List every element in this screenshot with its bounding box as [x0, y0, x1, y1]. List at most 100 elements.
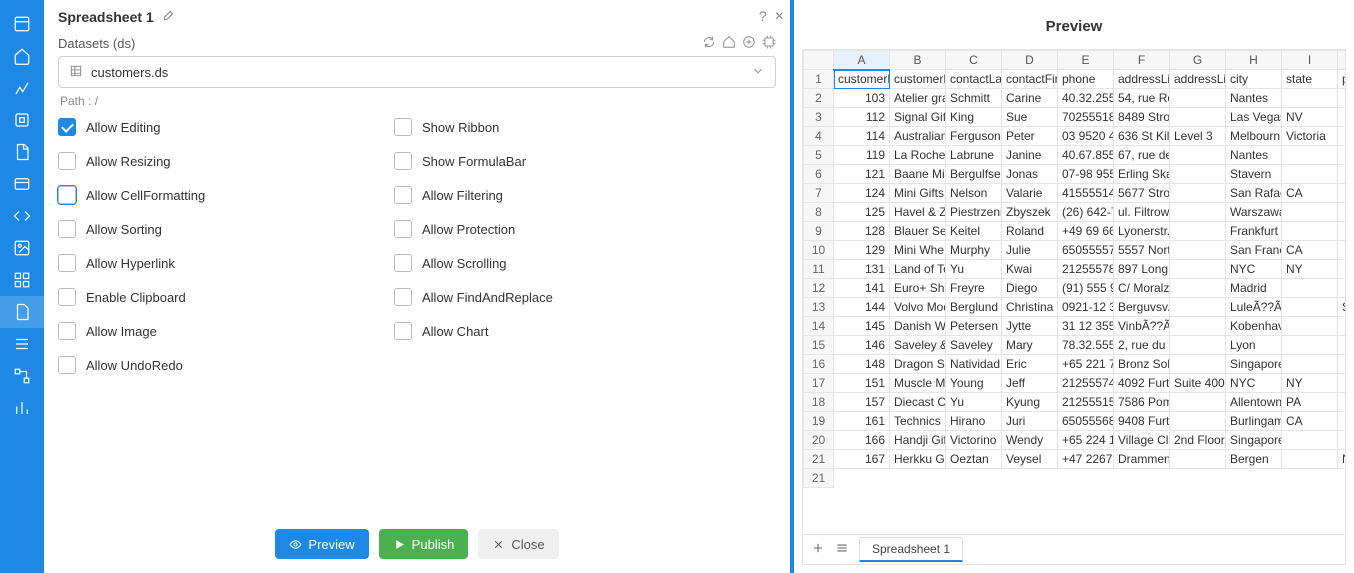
cell[interactable]: Suite 400 [1170, 374, 1226, 393]
cell[interactable]: San Franci [1226, 241, 1282, 260]
row-header[interactable]: 5 [804, 146, 834, 165]
cell[interactable] [1338, 146, 1346, 165]
cell[interactable]: Stavern [1226, 165, 1282, 184]
cell[interactable] [1338, 241, 1346, 260]
cell[interactable] [1338, 165, 1346, 184]
cell[interactable] [1338, 184, 1346, 203]
cell[interactable]: +49 69 66 [1058, 222, 1114, 241]
cell[interactable]: Peter [1002, 127, 1058, 146]
checkbox[interactable] [58, 220, 76, 238]
cell[interactable]: CA [1282, 241, 1338, 260]
option-allow-editing[interactable]: Allow Editing [58, 118, 358, 136]
cell[interactable]: Herkku Gi [890, 450, 946, 469]
cell[interactable] [1338, 127, 1346, 146]
cell[interactable] [1282, 89, 1338, 108]
cell[interactable]: Warszawa [1226, 203, 1282, 222]
cell[interactable]: 131 [834, 260, 890, 279]
cell[interactable]: Berglund [946, 298, 1002, 317]
cell[interactable] [1170, 393, 1226, 412]
cell[interactable] [1338, 374, 1346, 393]
checkbox[interactable] [394, 220, 412, 238]
cell[interactable] [1170, 412, 1226, 431]
close-button[interactable]: Close [478, 529, 558, 559]
cell[interactable]: NY [1282, 374, 1338, 393]
cell[interactable]: 146 [834, 336, 890, 355]
cell[interactable] [1282, 279, 1338, 298]
checkbox[interactable] [394, 322, 412, 340]
cell[interactable]: Eric [1002, 355, 1058, 374]
cell[interactable]: Singapore [1226, 355, 1282, 374]
row-header[interactable]: 1 [804, 70, 834, 89]
column-header[interactable]: A [834, 51, 890, 70]
checkbox[interactable] [58, 152, 76, 170]
option-allow-findandreplace[interactable]: Allow FindAndReplace [394, 288, 694, 306]
cell[interactable] [1338, 336, 1346, 355]
cell[interactable]: 151 [834, 374, 890, 393]
row-header[interactable]: 18 [804, 393, 834, 412]
cell[interactable] [1170, 184, 1226, 203]
cell[interactable]: addressLin [1170, 70, 1226, 89]
cell[interactable]: Lyonerstr. [1114, 222, 1170, 241]
preview-button[interactable]: Preview [275, 529, 368, 559]
cell[interactable]: Murphy [946, 241, 1002, 260]
settings-icon[interactable] [762, 35, 776, 52]
option-allow-sorting[interactable]: Allow Sorting [58, 220, 358, 238]
cell[interactable]: 167 [834, 450, 890, 469]
cell[interactable]: +47 2267 [1058, 450, 1114, 469]
cell[interactable]: ul. Filtrow [1114, 203, 1170, 222]
cell[interactable]: Diecast Cl [890, 393, 946, 412]
cell[interactable]: 103 [834, 89, 890, 108]
checkbox[interactable] [394, 186, 412, 204]
cell[interactable]: S-9 [1338, 298, 1346, 317]
sidebar-item-list[interactable] [0, 328, 44, 360]
sheet-menu-icon[interactable] [835, 541, 849, 558]
option-allow-hyperlink[interactable]: Allow Hyperlink [58, 254, 358, 272]
cell[interactable] [1338, 203, 1346, 222]
cell[interactable]: Dragon So [890, 355, 946, 374]
cell[interactable]: 31 12 355 [1058, 317, 1114, 336]
cell[interactable]: Drammen [1114, 450, 1170, 469]
cell[interactable]: N 5 [1338, 450, 1346, 469]
row-header[interactable]: 15 [804, 336, 834, 355]
cell[interactable]: Singapore [1226, 431, 1282, 450]
sidebar-item-file[interactable] [0, 296, 44, 328]
cell[interactable]: Jytte [1002, 317, 1058, 336]
cell[interactable]: Bergen [1226, 450, 1282, 469]
cell[interactable]: Euro+ Sho [890, 279, 946, 298]
cell[interactable]: 54, rue Ro [1114, 89, 1170, 108]
sidebar-item-chart[interactable] [0, 72, 44, 104]
option-allow-cellformatting[interactable]: Allow CellFormatting [58, 186, 358, 204]
cell[interactable]: (26) 642-7 [1058, 203, 1114, 222]
cell[interactable]: Mini Gifts [890, 184, 946, 203]
cell[interactable] [1338, 431, 1346, 450]
cell[interactable] [1338, 355, 1346, 374]
sidebar-item-bar[interactable] [0, 392, 44, 424]
help-icon[interactable]: ? [759, 8, 767, 26]
cell[interactable]: Village Clo [1114, 431, 1170, 450]
cell[interactable]: Zbyszek [1002, 203, 1058, 222]
cell[interactable]: 21255578 [1058, 260, 1114, 279]
cell[interactable] [1170, 317, 1226, 336]
cell[interactable]: Lyon [1226, 336, 1282, 355]
add-sheet-icon[interactable] [811, 541, 825, 558]
cell[interactable] [1170, 108, 1226, 127]
cell[interactable]: CA [1282, 184, 1338, 203]
cell[interactable]: 5677 Stron [1114, 184, 1170, 203]
cell[interactable]: Valarie [1002, 184, 1058, 203]
cell[interactable]: Diego [1002, 279, 1058, 298]
cell[interactable]: Ferguson [946, 127, 1002, 146]
cell[interactable]: contactFir [1002, 70, 1058, 89]
cell[interactable]: Victorino [946, 431, 1002, 450]
row-header[interactable]: 3 [804, 108, 834, 127]
sidebar-item-document[interactable] [0, 136, 44, 168]
close-icon[interactable]: × [775, 8, 784, 26]
cell[interactable]: 65055568 [1058, 412, 1114, 431]
cell[interactable]: 148 [834, 355, 890, 374]
cell[interactable]: Las Vegas [1226, 108, 1282, 127]
cell[interactable] [1338, 108, 1346, 127]
sidebar-item-home[interactable] [0, 40, 44, 72]
cell[interactable]: Melbourn [1226, 127, 1282, 146]
cell[interactable]: Petersen [946, 317, 1002, 336]
cell[interactable]: 5557 Nort [1114, 241, 1170, 260]
cell[interactable]: VinbÃ??Ã? [1114, 317, 1170, 336]
